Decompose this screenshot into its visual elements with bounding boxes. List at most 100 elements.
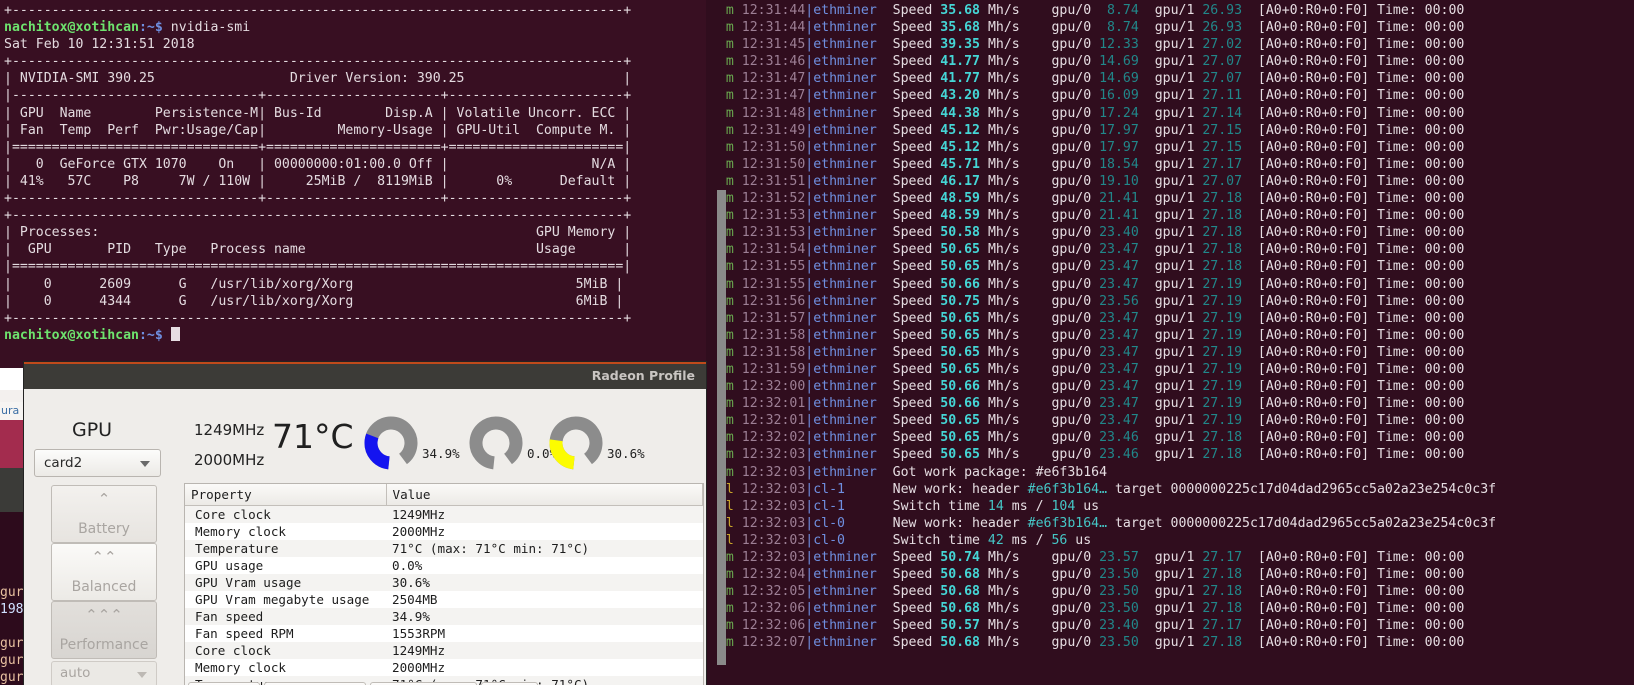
log-line: m 12:32:06|ethminer Speed 50.57 Mh/s gpu… (725, 618, 1465, 634)
table-row[interactable]: Temperature 71°C (max: 71°C min: 71°C) (185, 540, 703, 557)
card-select[interactable]: card2 (34, 449, 161, 477)
table-row[interactable]: GPU usage 0.0% (185, 557, 703, 574)
log-line: m 12:32:05|ethminer Speed 50.68 Mh/s gpu… (725, 584, 1465, 600)
fan-speed-gauge-value: 34.9% (422, 446, 460, 461)
log-line: cl 12:32:03|cl-0 Switch time 42 ms / 56 … (718, 532, 1092, 548)
nvidia-smi-terminal[interactable]: +---------------------------------------… (0, 0, 706, 368)
temperature-readout: 71°C (272, 417, 354, 456)
log-line: m 12:31:53|ethminer Speed 50.58 Mh/s gpu… (725, 225, 1465, 241)
log-line: m 12:31:44|ethminer Speed 35.68 Mh/s gpu… (710, 20, 1465, 36)
property-name: GPU Vram megabyte usage (185, 591, 386, 608)
gpu-usage-gauge: 0.0% (469, 416, 557, 470)
properties-header-value: Value (386, 484, 703, 506)
card-select-value: card2 (44, 455, 83, 471)
terminal-line: | 0 2609 G /usr/lib/xorg/Xorg 5MiB | (4, 276, 624, 292)
terminal-line: | GPU Name Persistence-M| Bus-Id Disp.A … (4, 105, 632, 121)
terminal-line: +---------------------------------------… (4, 310, 632, 326)
terminal-line: | GPU PID Type Process name Usage | (4, 242, 632, 258)
profile-button-performance-label: Performance (59, 637, 149, 653)
profile-button-performance[interactable]: ⌃⌃⌃ Performance (51, 601, 157, 659)
property-value: 1553RPM (386, 625, 703, 642)
property-value: 2000MHz (386, 523, 703, 540)
log-line: m 12:32:06|ethminer Speed 50.68 Mh/s gpu… (725, 601, 1465, 617)
log-line: m 12:31:45|ethminer Speed 39.35 Mh/s gpu… (710, 37, 1465, 53)
log-line: m 12:31:55|ethminer Speed 50.66 Mh/s gpu… (725, 276, 1465, 292)
log-line: m 12:31:44|ethminer Speed 35.68 Mh/s gpu… (710, 3, 1465, 18)
chevron-down-icon (140, 461, 150, 467)
log-line: m 12:31:52|ethminer Speed 48.59 Mh/s gpu… (725, 191, 1465, 207)
terminal-line: nachitox@xotihcan:~$ (4, 326, 702, 344)
property-name: Memory clock (185, 659, 386, 676)
property-name: GPU Vram usage (185, 574, 386, 591)
log-line: m 12:32:00|ethminer Speed 50.66 Mh/s gpu… (725, 379, 1465, 395)
chevron-up-icon: ⌃ (97, 490, 111, 508)
terminal-line: nachitox@xotihcan:~$ nvidia-smi (4, 20, 251, 36)
log-line: m 12:32:07|ethminer Speed 50.68 Mh/s gpu… (725, 635, 1465, 651)
terminal-line: | 41% 57C P8 7W / 110W | 25MiB / 8119MiB… (4, 173, 632, 189)
table-row[interactable]: Core clock 1249MHz (185, 642, 703, 659)
log-line: m 12:31:54|ethminer Speed 50.65 Mh/s gpu… (725, 242, 1465, 258)
property-name: GPU usage (185, 557, 386, 574)
memory-clock-readout: 2000MHz (194, 451, 265, 469)
chevron-down-icon (137, 672, 147, 678)
log-line: m 12:32:03|ethminer Speed 50.74 Mh/s gpu… (725, 550, 1465, 565)
property-value: 30.6% (386, 574, 703, 591)
table-row[interactable]: Fan speed 34.9% (185, 608, 703, 625)
terminal-line: +---------------------------------------… (4, 208, 632, 224)
power-profile-select-value: auto (60, 665, 91, 681)
ethminer-terminal[interactable]: m 12:31:44|ethminer Speed 35.68 Mh/s gpu… (706, 0, 1634, 685)
terminal-line: +-------------------------------+-------… (4, 191, 632, 207)
log-line: m 12:31:57|ethminer Speed 50.65 Mh/s gpu… (725, 310, 1465, 326)
log-line: m 12:31:48|ethminer Speed 44.38 Mh/s gpu… (710, 105, 1465, 121)
profile-button-battery[interactable]: ⌃ Battery (51, 485, 157, 543)
profile-button-battery-label: Battery (78, 521, 130, 537)
ethminer-scrollbar[interactable] (717, 190, 726, 665)
property-name: Core clock (185, 505, 386, 523)
log-line: m 12:32:01|ethminer Speed 50.65 Mh/s gpu… (725, 413, 1465, 429)
properties-table: Property Value Core clock 1249MHz Memory c… (185, 484, 703, 685)
log-line: m 12:31:50|ethminer Speed 45.71 Mh/s gpu… (710, 156, 1465, 172)
log-line: m 12:31:58|ethminer Speed 50.65 Mh/s gpu… (725, 327, 1465, 343)
log-line: m 12:32:01|ethminer Speed 50.66 Mh/s gpu… (725, 396, 1465, 412)
table-row[interactable]: GPU Vram usage 30.6% (185, 574, 703, 591)
fan-speed-gauge: 34.9% (364, 416, 460, 470)
properties-header-property: Property (185, 484, 387, 506)
table-row[interactable]: Memory clock 2000MHz (185, 659, 703, 676)
log-line: m 12:31:53|ethminer Speed 48.59 Mh/s gpu… (725, 208, 1465, 224)
terminal-line: |===============================+=======… (4, 139, 632, 155)
terminal-line: |=======================================… (4, 259, 632, 275)
log-line: cl 12:32:03|cl-1 New work: header #e6f3b… (718, 481, 1497, 497)
log-line: m 12:31:59|ethminer Speed 50.65 Mh/s gpu… (725, 361, 1465, 377)
vram-usage-gauge-value: 30.6% (607, 446, 645, 461)
properties-table-header: Property Value (185, 484, 703, 506)
power-profile-select[interactable]: auto (51, 661, 157, 685)
table-row[interactable]: GPU Vram megabyte usage 2504MB (185, 591, 703, 608)
log-line: m 12:31:46|ethminer Speed 41.77 Mh/s gpu… (710, 54, 1465, 70)
terminal-line: | 0 4344 G /usr/lib/xorg/Xorg 6MiB | (4, 293, 624, 309)
chevron-double-up-icon: ⌃⌃ (91, 548, 117, 566)
desktop-root: ura d gure 198, gure gure gure +--------… (0, 0, 1634, 685)
log-line: m 12:31:49|ethminer Speed 45.12 Mh/s gpu… (710, 122, 1465, 138)
radeon-titlebar[interactable]: Radeon Profile (24, 362, 706, 389)
radeon-profile-window: Radeon Profile GPU card2 1249MHz 2000MHz… (24, 362, 706, 685)
table-row[interactable]: Fan speed RPM 1553RPM (185, 625, 703, 642)
property-value: 2504MB (386, 591, 703, 608)
vram-usage-gauge: 30.6% (549, 416, 645, 470)
log-line: m 12:31:51|ethminer Speed 46.17 Mh/s gpu… (710, 173, 1465, 189)
property-value: 1249MHz (386, 505, 703, 523)
log-line: m 12:31:50|ethminer Speed 45.12 Mh/s gpu… (710, 139, 1465, 155)
profile-button-balanced[interactable]: ⌃⌃ Balanced (51, 543, 157, 601)
gpu-usage-gauge-icon (469, 416, 523, 470)
properties-table-container[interactable]: Property Value Core clock 1249MHz Memory c… (184, 483, 704, 685)
terminal-line: +---------------------------------------… (4, 54, 632, 70)
table-row[interactable]: Core clock 1249MHz (185, 505, 703, 523)
chevron-triple-up-icon: ⌃⌃⌃ (85, 606, 123, 624)
profile-button-balanced-label: Balanced (71, 579, 137, 595)
gpu-label: GPU (72, 419, 113, 441)
table-row[interactable]: Memory clock 2000MHz (185, 523, 703, 540)
vram-usage-gauge-icon (549, 416, 603, 470)
property-name: Core clock (185, 642, 386, 659)
terminal-line: | NVIDIA-SMI 390.25 Driver Version: 390.… (4, 71, 632, 87)
log-line: m 12:32:03|ethminer Got work package: #e… (725, 464, 1108, 480)
property-value: 1249MHz (386, 642, 703, 659)
